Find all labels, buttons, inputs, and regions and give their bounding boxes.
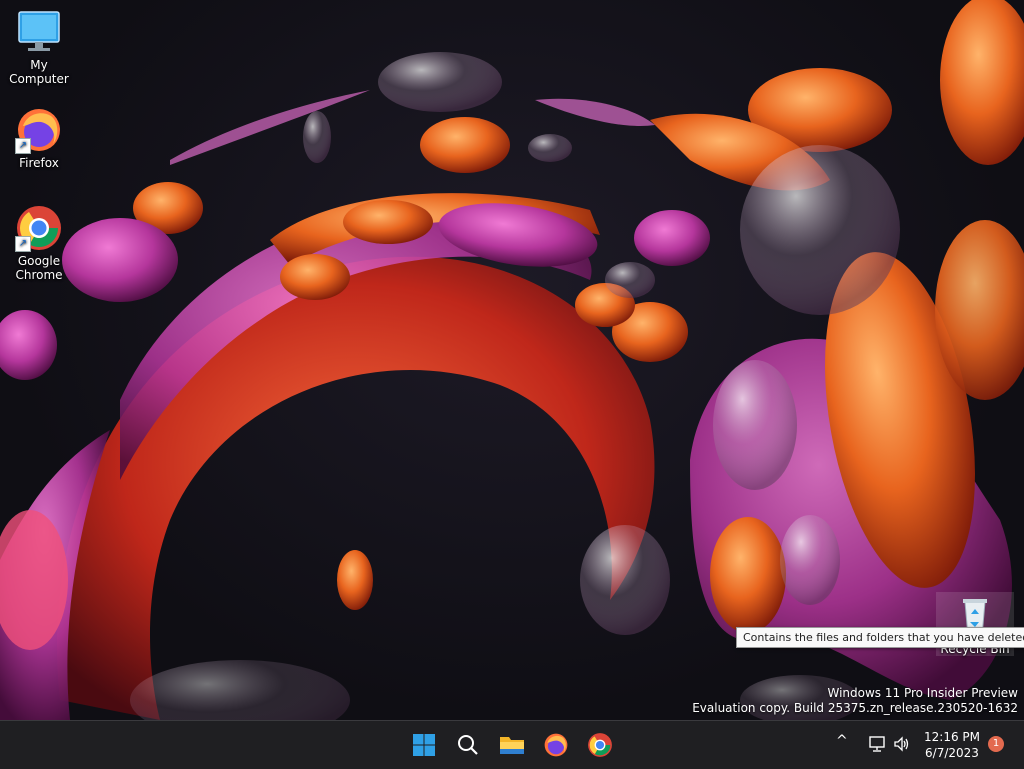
chrome-taskbar-button[interactable] <box>582 727 618 763</box>
start-button[interactable] <box>406 727 442 763</box>
file-explorer-button[interactable] <box>494 727 530 763</box>
shortcut-arrow-icon: ↗ <box>15 138 31 154</box>
notification-badge[interactable]: 1 <box>988 736 1004 752</box>
evaluation-watermark: Windows 11 Pro Insider Preview Evaluatio… <box>692 686 1018 716</box>
taskbar: ^ 12:16 PM 6/7/2023 1 <box>0 720 1024 769</box>
search-icon <box>458 735 478 755</box>
firefox-taskbar-button[interactable] <box>538 727 574 763</box>
desktop-icon-label: Firefox <box>19 156 59 170</box>
chrome-icon: ↗ <box>15 204 63 252</box>
show-hidden-icons-chevron-icon[interactable]: ^ <box>836 733 848 749</box>
desktop-icon-firefox[interactable]: ↗ Firefox <box>0 106 78 170</box>
watermark-line-2: Evaluation copy. Build 25375.zn_release.… <box>692 701 1018 715</box>
firefox-icon <box>544 733 568 757</box>
volume-icon[interactable] <box>893 735 911 757</box>
desktop-icon-label: My Computer <box>9 58 69 86</box>
wallpaper-art <box>0 0 1024 720</box>
network-icon[interactable] <box>868 735 886 757</box>
desktop-icon-my-computer[interactable]: My Computer <box>0 8 78 86</box>
watermark-line-1: Windows 11 Pro Insider Preview <box>827 686 1018 700</box>
desktop-wallpaper <box>0 0 1024 720</box>
search-button[interactable] <box>450 727 486 763</box>
recycle-bin-tooltip: Contains the files and folders that you … <box>736 627 1024 648</box>
monitor-icon <box>15 8 63 56</box>
taskbar-clock[interactable]: 12:16 PM 6/7/2023 <box>920 729 984 761</box>
clock-date: 6/7/2023 <box>925 746 979 760</box>
windows-logo-icon <box>413 734 435 756</box>
chrome-icon <box>588 733 612 757</box>
folder-icon <box>500 737 524 754</box>
shortcut-arrow-icon: ↗ <box>15 236 31 252</box>
clock-time: 12:16 PM <box>924 730 980 744</box>
desktop-icon-google-chrome[interactable]: ↗ Google Chrome <box>0 204 78 282</box>
desktop-icon-label: Google Chrome <box>15 254 63 282</box>
firefox-icon: ↗ <box>15 106 63 154</box>
